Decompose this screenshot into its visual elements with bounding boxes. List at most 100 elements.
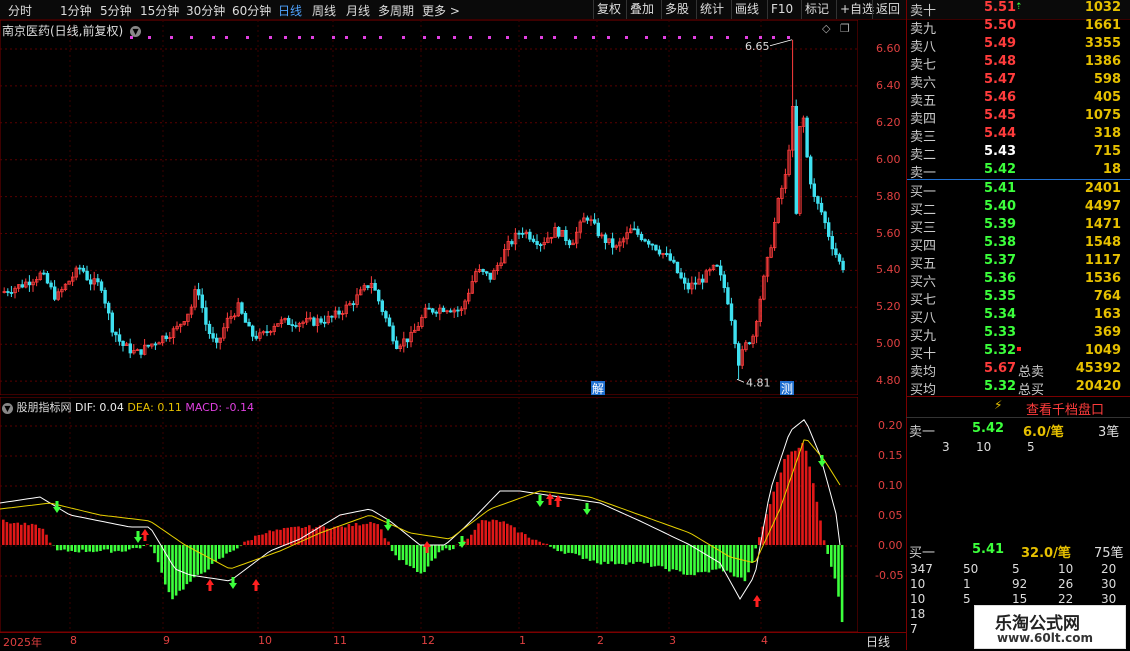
macd-bar [276, 530, 279, 545]
tab-weekly[interactable]: 周线 [312, 2, 336, 19]
add-watchlist-button[interactable]: +自选 [836, 0, 877, 19]
indicator-name[interactable]: 股朋指标网 [17, 401, 72, 414]
x-label: 3 [669, 634, 676, 647]
stats-button[interactable]: 统计 [696, 0, 727, 19]
mark-button[interactable]: 标记 [801, 0, 832, 19]
tab-15min[interactable]: 15分钟 [140, 2, 179, 19]
ask-level[interactable]: 卖七5.481386 [907, 54, 1130, 72]
level-label: 卖八 [910, 36, 936, 55]
macd-bar [348, 524, 351, 545]
level-volume: 1049 [1085, 343, 1121, 358]
ask-level[interactable]: 卖四5.451075 [907, 108, 1130, 126]
macd-bar [294, 527, 297, 545]
adjust-button[interactable]: 复权 [593, 0, 624, 19]
tab-multi-period[interactable]: 多周期 [378, 2, 414, 19]
tab-30min[interactable]: 30分钟 [186, 2, 225, 19]
bid-level[interactable]: 买三5.391471 [907, 217, 1130, 235]
candlestick-chart[interactable]: 6.654.81解测 [0, 20, 858, 395]
bid-level[interactable]: 买七5.35764 [907, 289, 1130, 307]
multi-stock-button[interactable]: 多股 [661, 0, 692, 19]
bid-level[interactable]: 买六5.361536 [907, 271, 1130, 289]
macd-bar [398, 545, 401, 560]
tab-monthly[interactable]: 月线 [346, 2, 370, 19]
macd-bar [589, 545, 592, 561]
ask-level[interactable]: 卖六5.47598 [907, 72, 1130, 90]
bid-level[interactable]: 买八5.34163 [907, 307, 1130, 325]
ask-level[interactable]: 卖五5.46405 [907, 90, 1130, 108]
draw-button[interactable]: 画线 [731, 0, 762, 19]
marker-dot-icon [1017, 347, 1021, 351]
f10-button[interactable]: F10 [767, 0, 796, 19]
bid-level[interactable]: 买五5.371117 [907, 253, 1130, 271]
settings-icon[interactable]: ▼ [2, 403, 13, 414]
macd-bar [441, 545, 444, 550]
macd-bar [830, 545, 833, 567]
macd-bar [99, 545, 102, 551]
ask-level[interactable]: 卖九5.501661 [907, 18, 1130, 36]
chevron-down-icon[interactable]: ▼ [130, 26, 141, 37]
macd-bar [481, 520, 484, 545]
level-volume: 163 [1094, 307, 1121, 322]
bid-summary: 买均5.32总买20420 [907, 379, 1130, 397]
ask-level[interactable]: 卖一5.4218 [907, 162, 1130, 180]
candle [777, 197, 780, 224]
macd-bar [502, 521, 505, 545]
bid-level[interactable]: 买九5.33369 [907, 325, 1130, 343]
macd-bar [423, 545, 426, 572]
signal-dot [284, 36, 287, 39]
bid-level[interactable]: 买十5.321049 [907, 343, 1130, 361]
level-label: 卖四 [910, 108, 936, 127]
tab-daily[interactable]: 日线 [278, 2, 302, 19]
diamond-icon[interactable]: ◇ [822, 22, 830, 35]
tab-fenshi[interactable]: 分时 [8, 2, 32, 19]
macd-bar [560, 545, 563, 551]
macd-bar [625, 545, 628, 565]
macd-bar [585, 545, 588, 559]
bid-level[interactable]: 买二5.404497 [907, 199, 1130, 217]
overlay-button[interactable]: 叠加 [626, 0, 657, 19]
price-tick: 6.60 [876, 42, 901, 55]
ask-level[interactable]: 卖八5.493355 [907, 36, 1130, 54]
tab-5min[interactable]: 5分钟 [100, 2, 132, 19]
watermark: 乐淘公式网 www.60lt.com [974, 605, 1126, 649]
queue-value: 10 [910, 592, 925, 606]
signal-dot [170, 36, 173, 39]
macd-bar [222, 545, 225, 558]
candle [557, 226, 560, 238]
signal-dot [225, 36, 228, 39]
macd-bar [330, 529, 333, 545]
macd-bar [412, 545, 415, 568]
level-label: 买九 [910, 325, 936, 344]
tab-1min[interactable]: 1分钟 [60, 2, 92, 19]
macd-bar [484, 520, 487, 545]
back-button[interactable]: 返回 [872, 0, 903, 19]
full-depth-link[interactable]: 查看千档盘口 [1026, 399, 1104, 418]
macd-bar [171, 545, 174, 599]
level-volume: 318 [1094, 126, 1121, 141]
macd-value: MACD: -0.14 [185, 401, 254, 414]
macd-chart[interactable] [0, 397, 858, 632]
macd-bar [636, 545, 639, 562]
bid-level[interactable]: 买一5.412401 [907, 181, 1130, 199]
x-label: 12 [421, 634, 435, 647]
tab-more[interactable]: 更多 > [422, 2, 460, 19]
macd-bar [819, 520, 822, 545]
ask-level[interactable]: 卖二5.43715 [907, 144, 1130, 162]
collapse-icon[interactable]: ❐ [840, 22, 850, 35]
level-label: 卖十 [910, 0, 936, 19]
ask-level[interactable]: 卖三5.44318 [907, 126, 1130, 144]
signal-dot [190, 36, 193, 39]
macd-bar [92, 545, 95, 552]
signal-dot [488, 36, 491, 39]
bid-level[interactable]: 买四5.381548 [907, 235, 1130, 253]
level-volume: 1386 [1085, 54, 1121, 69]
macd-bar [798, 448, 801, 545]
queue-value: 3 [942, 440, 950, 454]
candle [277, 323, 280, 326]
signal-dot [311, 36, 314, 39]
tab-60min[interactable]: 60分钟 [232, 2, 271, 19]
level-volume: 18 [1103, 162, 1121, 177]
signal-dot [363, 36, 366, 39]
macd-axis: 0.200.150.100.050.00-0.05 [858, 397, 906, 632]
macd-bar [556, 545, 559, 551]
